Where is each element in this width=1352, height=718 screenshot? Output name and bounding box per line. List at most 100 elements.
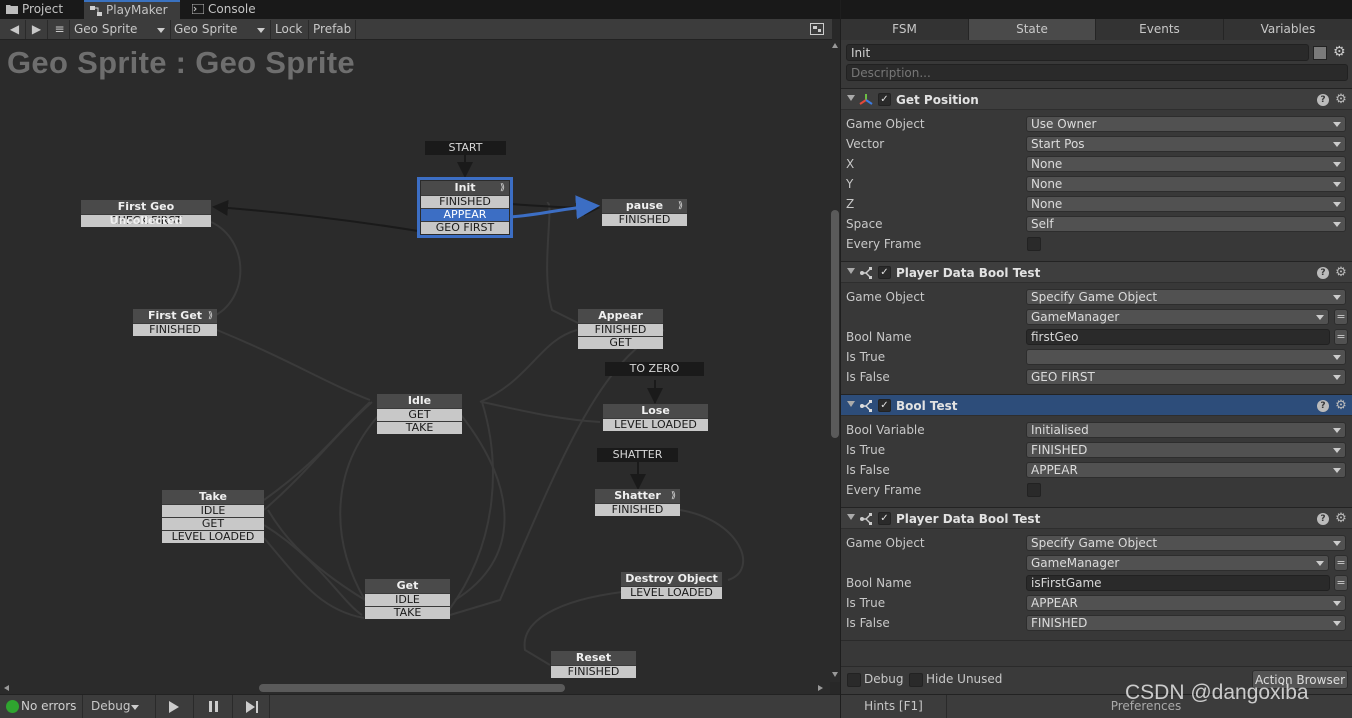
param-dropdown[interactable]: Start Pos [1026,136,1346,152]
action-header-player-data-bool-test[interactable]: ✓ Player Data Bool Test ? ⚙ [841,507,1352,529]
tab-events[interactable]: Events [1096,19,1224,40]
action-header-get-position[interactable]: ✓ Get Position ? ⚙ [841,88,1352,110]
state-color-swatch[interactable] [1313,46,1327,60]
state-event[interactable]: IDLE [365,593,450,606]
state-event[interactable]: TAKE [377,421,462,434]
graph-view-icon[interactable] [807,20,827,39]
gear-icon[interactable]: ⚙ [1335,512,1347,525]
graph-horizontal-scrollbar[interactable] [0,682,830,694]
hints-button[interactable]: Hints [F1] [841,695,947,718]
tab-fsm[interactable]: FSM [841,19,969,40]
state-event[interactable]: LEVEL LOADED [162,530,264,543]
param-dropdown[interactable]: None [1026,196,1346,212]
back-button[interactable]: ◀ [4,20,26,39]
menu-button[interactable]: ≡ [50,20,70,39]
action-enabled-checkbox[interactable]: ✓ [878,93,891,106]
tab-console[interactable]: Console [186,0,266,19]
state-first-get[interactable]: First Get ⟫ FINISHED [133,309,217,336]
tab-project[interactable]: Project [0,0,72,19]
param-dropdown[interactable] [1026,349,1346,365]
help-icon[interactable]: ? [1317,513,1329,525]
variable-toggle-button[interactable]: = [1334,555,1348,571]
state-event[interactable]: GET [578,336,663,349]
state-event[interactable]: IDLE [162,504,264,517]
variable-toggle-button[interactable]: = [1334,575,1348,591]
scroll-right-icon[interactable] [818,685,823,691]
gameobject-select[interactable]: Geo Sprite [71,20,171,39]
param-text-field[interactable]: isFirstGame [1026,575,1330,591]
prefab-button[interactable]: Prefab [310,20,356,39]
every-frame-checkbox[interactable] [1027,483,1041,497]
state-event[interactable]: FINISHED [578,323,663,336]
state-event[interactable]: FINISHED [133,323,217,336]
vertical-scroll-thumb[interactable] [831,210,839,438]
param-dropdown[interactable]: GEO FIRST [1026,369,1346,385]
gear-icon[interactable]: ⚙ [1333,44,1347,60]
tab-state[interactable]: State [969,19,1096,40]
param-dropdown[interactable]: GameManager [1026,555,1329,571]
description-field[interactable]: Description... [846,64,1348,81]
play-button[interactable] [155,695,192,718]
help-icon[interactable]: ? [1317,400,1329,412]
param-dropdown[interactable]: FINISHED [1026,615,1346,631]
fsm-graph-canvas[interactable]: Geo Sprite : Geo Sprite START TO ZERO SH… [0,40,830,682]
lock-button[interactable]: Lock [272,20,309,39]
state-get[interactable]: Get IDLE TAKE [365,579,450,619]
state-first-geo-uncollected[interactable]: First Geo Uncollected CHECK FIRST [81,200,211,227]
state-event[interactable]: LEVEL LOADED [621,586,722,599]
param-dropdown[interactable]: APPEAR [1026,462,1346,478]
state-idle[interactable]: Idle GET TAKE [377,394,462,434]
param-dropdown[interactable]: Specify Game Object [1026,289,1346,305]
tab-variables[interactable]: Variables [1224,19,1352,40]
param-dropdown[interactable]: Self [1026,216,1346,232]
state-reset[interactable]: Reset FINISHED [551,651,636,678]
state-appear[interactable]: Appear FINISHED GET [578,309,663,349]
tab-playmaker[interactable]: PlayMaker [84,0,180,19]
param-dropdown[interactable]: Initialised [1026,422,1346,438]
action-enabled-checkbox[interactable]: ✓ [878,512,891,525]
state-take[interactable]: Take IDLE GET LEVEL LOADED [162,490,264,543]
foldout-icon[interactable] [847,514,855,520]
scroll-down-icon[interactable] [832,672,838,677]
state-destroy-object[interactable]: Destroy Object LEVEL LOADED [621,572,722,599]
foldout-icon[interactable] [847,268,855,274]
scroll-up-icon[interactable] [832,43,838,48]
gear-icon[interactable]: ⚙ [1335,93,1347,106]
param-dropdown[interactable]: APPEAR [1026,595,1346,611]
foldout-icon[interactable] [847,95,855,101]
action-header-player-data-bool-test[interactable]: ✓ Player Data Bool Test ? ⚙ [841,261,1352,283]
state-pause[interactable]: pause ⟫ FINISHED [602,199,687,226]
debug-dropdown[interactable]: Debug [82,695,142,718]
horizontal-scroll-thumb[interactable] [259,684,565,692]
state-event[interactable]: LEVEL LOADED [603,418,708,431]
state-name-field[interactable]: Init [846,44,1309,61]
param-dropdown[interactable]: Specify Game Object [1026,535,1346,551]
help-icon[interactable]: ? [1317,267,1329,279]
state-event[interactable]: FINISHED [595,503,680,516]
action-enabled-checkbox[interactable]: ✓ [878,266,891,279]
gear-icon[interactable]: ⚙ [1335,266,1347,279]
state-event[interactable]: FINISHED [551,665,636,678]
state-event[interactable]: TAKE [365,606,450,619]
help-icon[interactable]: ? [1317,94,1329,106]
param-dropdown[interactable]: FINISHED [1026,442,1346,458]
state-init[interactable]: Init ⟫ FINISHED APPEAR GEO FIRST [417,177,513,238]
variable-toggle-button[interactable]: = [1334,309,1348,325]
action-header-bool-test[interactable]: ✓ Bool Test ? ⚙ [841,394,1352,416]
action-enabled-checkbox[interactable]: ✓ [878,399,891,412]
param-text-field[interactable]: firstGeo [1026,329,1330,345]
param-dropdown[interactable]: None [1026,176,1346,192]
state-event-selected[interactable]: APPEAR [421,208,509,221]
hide-unused-checkbox[interactable] [909,673,923,687]
step-button[interactable] [232,695,270,718]
foldout-icon[interactable] [847,401,855,407]
state-event[interactable]: FINISHED [602,213,687,226]
forward-button[interactable]: ▶ [26,20,48,39]
every-frame-checkbox[interactable] [1027,237,1041,251]
state-event[interactable]: GET [377,408,462,421]
param-dropdown[interactable]: Use Owner [1026,116,1346,132]
param-dropdown[interactable]: GameManager [1026,309,1329,325]
scroll-left-icon[interactable] [4,685,9,691]
state-event[interactable]: GET [162,517,264,530]
state-event[interactable]: FINISHED [421,195,509,208]
